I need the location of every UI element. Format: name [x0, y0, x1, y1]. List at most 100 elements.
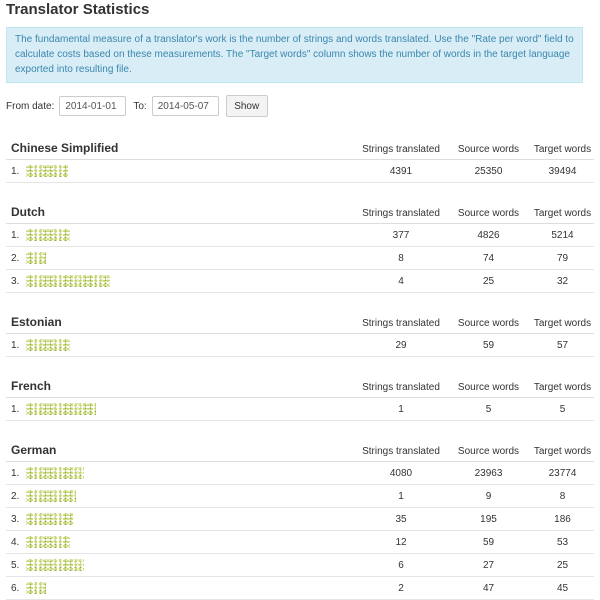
- translator-cell: 4.: [6, 530, 356, 554]
- table-row: 5. 6 27 25: [6, 553, 594, 577]
- language-table: Estonian Strings translated Source words Ta…: [6, 307, 594, 357]
- language-section: Dutch Strings translated Source words Targe…: [6, 197, 594, 293]
- page-title: Translator Statistics: [6, 1, 150, 18]
- translator-cell: 1.: [6, 333, 356, 357]
- language-name: French: [6, 371, 356, 398]
- target-words-header: Target words: [531, 307, 594, 334]
- redacted-translator-name: [26, 490, 76, 502]
- language-section: German Strings translated Source words Targ…: [6, 435, 594, 600]
- translator-cell: 5.: [6, 553, 356, 577]
- strings-translated-cell: 29: [356, 333, 446, 357]
- row-index: 1.: [11, 229, 20, 241]
- row-index: 1.: [11, 339, 20, 351]
- source-words-header: Source words: [446, 197, 531, 224]
- target-words-cell: 45: [531, 576, 594, 600]
- target-words-header: Target words: [531, 133, 594, 160]
- strings-translated-header: Strings translated: [356, 133, 446, 160]
- target-words-cell: 53: [531, 530, 594, 554]
- strings-translated-header: Strings translated: [356, 371, 446, 398]
- from-date-label: From date:: [6, 100, 55, 112]
- language-name: German: [6, 435, 356, 462]
- source-words-cell: 25: [446, 269, 531, 293]
- target-words-cell: 79: [531, 246, 594, 270]
- to-date-input[interactable]: [151, 96, 219, 116]
- source-words-header: Source words: [446, 307, 531, 334]
- language-name: Dutch: [6, 197, 356, 224]
- from-date-input[interactable]: [59, 96, 127, 116]
- source-words-cell: 59: [446, 333, 531, 357]
- redacted-translator-name: [26, 403, 96, 415]
- row-index: 6.: [11, 582, 20, 594]
- target-words-cell: 5214: [531, 223, 594, 247]
- table-row: 4. 12 59 53: [6, 530, 594, 554]
- table-row: 1. 29 59 57: [6, 333, 594, 357]
- target-words-header: Target words: [531, 197, 594, 224]
- table-row: 1. 377 4826 5214: [6, 223, 594, 247]
- language-name: Estonian: [6, 307, 356, 334]
- source-words-cell: 59: [446, 530, 531, 554]
- redacted-translator-name: [26, 513, 74, 525]
- target-words-header: Target words: [531, 435, 594, 462]
- to-date-label: To:: [133, 100, 147, 112]
- strings-translated-cell: 1: [356, 484, 446, 508]
- source-words-header: Source words: [446, 435, 531, 462]
- language-section: French Strings translated Source words Targ…: [6, 371, 594, 421]
- source-words-cell: 5: [446, 397, 531, 421]
- language-section: Estonian Strings translated Source words Ta…: [6, 307, 594, 357]
- row-index: 3.: [11, 513, 20, 525]
- strings-translated-cell: 6: [356, 553, 446, 577]
- translator-cell: 6.: [6, 576, 356, 600]
- target-words-cell: 25: [531, 553, 594, 577]
- strings-translated-cell: 4: [356, 269, 446, 293]
- strings-translated-cell: 8: [356, 246, 446, 270]
- redacted-translator-name: [26, 536, 70, 548]
- row-index: 2.: [11, 490, 20, 502]
- redacted-translator-name: [26, 275, 110, 287]
- table-row: 2. 8 74 79: [6, 246, 594, 270]
- strings-translated-cell: 4391: [356, 159, 446, 183]
- target-words-cell: 32: [531, 269, 594, 293]
- row-index: 2.: [11, 252, 20, 264]
- source-words-cell: 25350: [446, 159, 531, 183]
- translator-cell: 3.: [6, 507, 356, 531]
- translator-cell: 1.: [6, 159, 356, 183]
- table-row: 2. 1 9 8: [6, 484, 594, 508]
- source-words-cell: 4826: [446, 223, 531, 247]
- target-words-cell: 57: [531, 333, 594, 357]
- row-index: 3.: [11, 275, 20, 287]
- translator-cell: 1.: [6, 397, 356, 421]
- translator-cell: 1.: [6, 223, 356, 247]
- target-words-cell: 39494: [531, 159, 594, 183]
- target-words-header: Target words: [531, 371, 594, 398]
- table-row: 1. 4080 23963 23774: [6, 461, 594, 485]
- source-words-cell: 9: [446, 484, 531, 508]
- redacted-translator-name: [26, 165, 68, 177]
- language-table: Chinese Simplified Strings translated Sour…: [6, 133, 594, 183]
- translator-cell: 3.: [6, 269, 356, 293]
- target-words-cell: 5: [531, 397, 594, 421]
- strings-translated-cell: 12: [356, 530, 446, 554]
- table-row: 3. 4 25 32: [6, 269, 594, 293]
- redacted-translator-name: [26, 559, 84, 571]
- language-table: Dutch Strings translated Source words Targe…: [6, 197, 594, 293]
- table-row: 1. 4391 25350 39494: [6, 159, 594, 183]
- show-button[interactable]: Show: [225, 95, 268, 117]
- row-index: 1.: [11, 165, 20, 177]
- target-words-cell: 8: [531, 484, 594, 508]
- source-words-cell: 195: [446, 507, 531, 531]
- source-words-cell: 23963: [446, 461, 531, 485]
- strings-translated-header: Strings translated: [356, 197, 446, 224]
- source-words-cell: 74: [446, 246, 531, 270]
- table-row: 1. 1 5 5: [6, 397, 594, 421]
- row-index: 5.: [11, 559, 20, 571]
- row-index: 4.: [11, 536, 20, 548]
- date-filter: From date: To: Show: [6, 95, 594, 117]
- language-sections: Chinese Simplified Strings translated Sour…: [6, 133, 594, 600]
- strings-translated-cell: 1: [356, 397, 446, 421]
- strings-translated-cell: 35: [356, 507, 446, 531]
- row-index: 1.: [11, 403, 20, 415]
- redacted-translator-name: [26, 339, 70, 351]
- language-section: Chinese Simplified Strings translated Sour…: [6, 133, 594, 183]
- language-table: French Strings translated Source words Targ…: [6, 371, 594, 421]
- language-name: Chinese Simplified: [6, 133, 356, 160]
